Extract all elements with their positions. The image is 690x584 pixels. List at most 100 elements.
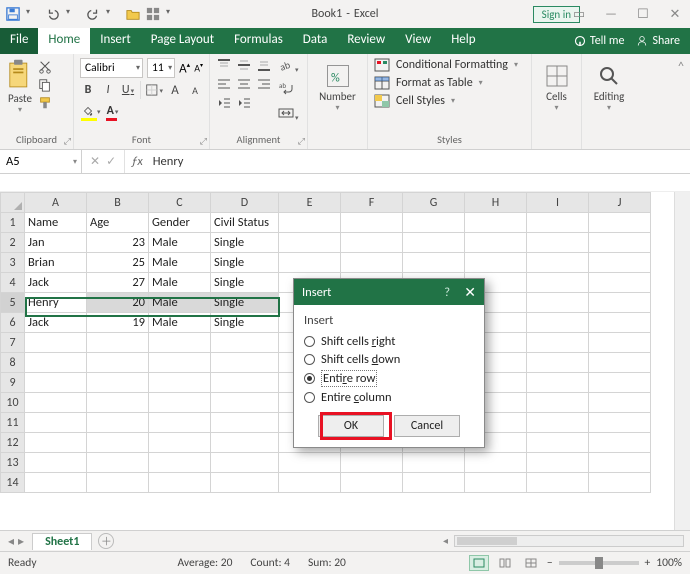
view-page-layout-icon[interactable]: [495, 555, 515, 571]
fx-icon[interactable]: ƒx: [125, 150, 149, 173]
conditional-formatting-button[interactable]: Conditional Formatting▾: [374, 58, 525, 72]
borders-button[interactable]: ▾: [145, 81, 163, 99]
sheet-tab[interactable]: Sheet1: [32, 533, 92, 550]
cell[interactable]: Age: [87, 213, 149, 233]
open-icon[interactable]: [126, 7, 140, 21]
enter-formula-icon[interactable]: ✓: [106, 154, 116, 169]
sheet-prev-icon[interactable]: ◂: [8, 534, 14, 549]
align-top-icon[interactable]: [216, 58, 232, 72]
increase-font-icon[interactable]: A: [167, 81, 183, 99]
bold-button[interactable]: B: [80, 81, 96, 99]
align-bottom-icon[interactable]: [256, 58, 272, 72]
col-header[interactable]: H: [465, 193, 527, 213]
ok-button[interactable]: OK: [318, 415, 384, 437]
merge-center-button[interactable]: ▾: [278, 106, 299, 125]
dialog-close-icon[interactable]: ✕: [464, 284, 476, 301]
wrap-text-button[interactable]: ab: [278, 82, 299, 101]
align-middle-icon[interactable]: [236, 58, 252, 72]
tab-page-layout[interactable]: Page Layout: [141, 28, 224, 54]
save-icon[interactable]: [6, 7, 20, 21]
tab-review[interactable]: Review: [337, 28, 395, 54]
opt-entire-column[interactable]: Entire column: [304, 390, 474, 405]
zoom-out-button[interactable]: −: [547, 556, 553, 570]
formula-input[interactable]: Henry: [149, 150, 690, 173]
collapse-ribbon-icon[interactable]: ^: [678, 60, 684, 74]
col-header[interactable]: F: [341, 193, 403, 213]
tab-help[interactable]: Help: [441, 28, 485, 54]
qat-customize-icon[interactable]: ▾: [166, 7, 180, 21]
increase-indent-icon[interactable]: [236, 96, 252, 110]
zoom-in-button[interactable]: +: [645, 556, 651, 570]
cell-styles-button[interactable]: Cell Styles▾: [374, 94, 525, 108]
row-header[interactable]: 4: [1, 273, 25, 293]
font-launcher-icon[interactable]: ⤢: [200, 136, 207, 147]
worksheet[interactable]: A B C D E F G H I J 1 Name Age Gender Ci…: [0, 192, 690, 530]
tell-me[interactable]: Tell me: [574, 34, 625, 48]
tab-file[interactable]: File: [0, 28, 38, 54]
row-header[interactable]: 5: [1, 293, 25, 313]
font-color-button[interactable]: A▾: [105, 102, 121, 120]
row-header[interactable]: 3: [1, 253, 25, 273]
dialog-help-icon[interactable]: ?: [444, 285, 450, 300]
name-box[interactable]: A5▾: [0, 150, 82, 173]
horizontal-scrollbar[interactable]: [454, 535, 684, 547]
opt-shift-right[interactable]: Shift cells right: [304, 334, 474, 349]
zoom-level[interactable]: 100%: [656, 556, 682, 570]
cell[interactable]: Gender: [149, 213, 211, 233]
tab-view[interactable]: View: [395, 28, 441, 54]
vertical-scrollbar[interactable]: [674, 192, 690, 530]
opt-shift-down[interactable]: Shift cells down: [304, 352, 474, 367]
fill-color-button[interactable]: ▾: [80, 102, 101, 120]
touch-mode-icon[interactable]: [146, 7, 160, 21]
paste-button[interactable]: Paste ▾: [6, 58, 34, 115]
align-left-icon[interactable]: [216, 77, 232, 91]
decrease-indent-icon[interactable]: [216, 96, 232, 110]
row-header[interactable]: 6: [1, 313, 25, 333]
cancel-button[interactable]: Cancel: [394, 415, 460, 437]
undo-icon[interactable]: [46, 7, 60, 21]
tab-data[interactable]: Data: [293, 28, 338, 54]
clipboard-launcher-icon[interactable]: ⤢: [64, 136, 71, 147]
view-page-break-icon[interactable]: [521, 555, 541, 571]
grow-font-icon[interactable]: A▴: [179, 60, 190, 76]
decrease-font-icon[interactable]: A: [187, 81, 203, 99]
alignment-launcher-icon[interactable]: ⤢: [298, 136, 305, 147]
tab-formulas[interactable]: Formulas: [224, 28, 293, 54]
minimize-button[interactable]: —: [600, 7, 622, 22]
orientation-button[interactable]: ab▾: [278, 58, 299, 77]
share-button[interactable]: Share: [636, 34, 680, 48]
col-header[interactable]: J: [589, 193, 651, 213]
close-button[interactable]: ✕: [664, 7, 686, 22]
col-header[interactable]: A: [25, 193, 87, 213]
font-name-combo[interactable]: Calibri▾: [80, 58, 143, 78]
editing-button[interactable]: Editing ▾: [588, 58, 630, 113]
opt-entire-row[interactable]: Entire row: [304, 370, 474, 387]
view-normal-icon[interactable]: [469, 555, 489, 571]
shrink-font-icon[interactable]: A▾: [194, 61, 203, 74]
ribbon-options-icon[interactable]: ▭: [568, 7, 590, 22]
col-header[interactable]: D: [211, 193, 279, 213]
italic-button[interactable]: I: [100, 81, 116, 99]
underline-button[interactable]: U▾: [120, 81, 136, 99]
tab-home[interactable]: Home: [38, 28, 90, 54]
format-as-table-button[interactable]: Format as Table▾: [374, 76, 525, 90]
tab-insert[interactable]: Insert: [90, 28, 141, 54]
font-size-combo[interactable]: 11▾: [147, 58, 175, 78]
cancel-formula-icon[interactable]: ✕: [90, 154, 100, 169]
number-format-button[interactable]: % Number ▾: [314, 62, 361, 113]
row-header[interactable]: 2: [1, 233, 25, 253]
select-all-corner[interactable]: [1, 193, 25, 213]
format-painter-icon[interactable]: [38, 96, 52, 110]
copy-icon[interactable]: [38, 78, 52, 92]
col-header[interactable]: E: [279, 193, 341, 213]
col-header[interactable]: B: [87, 193, 149, 213]
dialog-titlebar[interactable]: Insert ? ✕: [294, 279, 484, 305]
cells-button[interactable]: Cells ▾: [538, 58, 575, 113]
col-header[interactable]: I: [527, 193, 589, 213]
maximize-button[interactable]: ☐: [632, 7, 654, 22]
new-sheet-button[interactable]: ＋: [98, 533, 114, 549]
row-header[interactable]: 1: [1, 213, 25, 233]
sheet-next-icon[interactable]: ▸: [18, 534, 24, 549]
col-header[interactable]: G: [403, 193, 465, 213]
zoom-slider[interactable]: [559, 561, 639, 565]
